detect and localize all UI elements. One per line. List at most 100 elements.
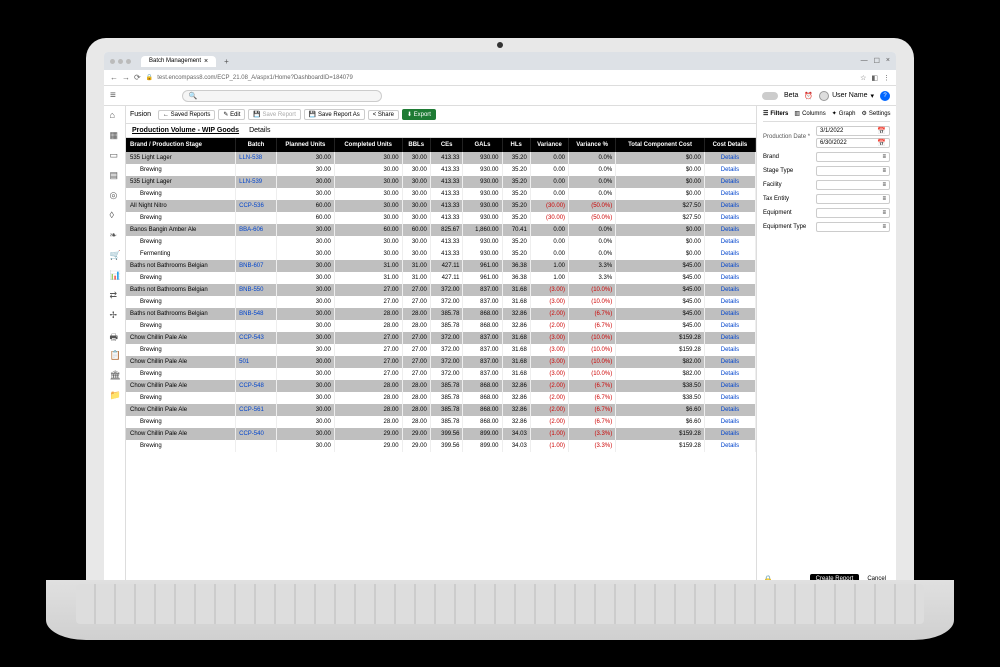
details-link[interactable]: Details [721, 263, 739, 269]
details-link[interactable]: Details [721, 335, 739, 341]
column-header[interactable]: Cost Details [704, 138, 755, 152]
help-icon[interactable]: ? [880, 91, 890, 101]
batch-link[interactable]: 501 [239, 359, 249, 365]
panel-tab-graph[interactable]: ✦Graph [832, 110, 856, 117]
cart-icon[interactable]: 🛒 [110, 250, 120, 260]
batch-link[interactable]: BNB-607 [239, 263, 263, 269]
forward-icon[interactable]: → [122, 73, 130, 82]
extension-icon[interactable]: ◧ [871, 74, 878, 82]
column-header[interactable]: Variance % [569, 138, 616, 152]
batch-link[interactable]: CCP-548 [239, 383, 264, 389]
column-header[interactable]: Batch [236, 138, 277, 152]
filter-input[interactable]: ≡ [816, 194, 890, 204]
details-link[interactable]: Details [721, 167, 739, 173]
minimize-icon[interactable]: — [861, 57, 868, 65]
back-icon[interactable]: ← [110, 73, 118, 82]
details-link[interactable]: Details [721, 311, 739, 317]
clipboard-icon[interactable]: 📋 [110, 350, 120, 360]
batch-link[interactable]: CCP-543 [239, 335, 264, 341]
close-icon[interactable]: × [204, 58, 208, 65]
filter-input[interactable]: ≡ [816, 166, 890, 176]
details-link[interactable]: Details [721, 287, 739, 293]
hamburger-icon[interactable]: ≡ [110, 90, 116, 101]
panel-tab-settings[interactable]: ⚙Settings [861, 110, 890, 117]
details-link[interactable]: Details [721, 227, 739, 233]
details-link[interactable]: Details [721, 275, 739, 281]
details-link[interactable]: Details [721, 215, 739, 221]
arrows-icon[interactable]: ⇄ [110, 290, 120, 300]
batch-link[interactable]: BNB-550 [239, 287, 263, 293]
filter-input[interactable]: ≡ [816, 222, 890, 232]
saved-reports-button[interactable]: ← Saved Reports [158, 110, 215, 120]
target-icon[interactable]: ◎ [110, 190, 120, 200]
address-bar[interactable]: 🔒 test.encompass8.com/ECP_21.08_A/aspx1/… [146, 74, 855, 81]
details-link[interactable]: Details [721, 299, 739, 305]
column-header[interactable]: BBLs [402, 138, 430, 152]
column-header[interactable]: GALs [463, 138, 502, 152]
save-report-as-button[interactable]: 💾 Save Report As [304, 109, 365, 120]
beta-toggle[interactable] [762, 92, 778, 100]
menu-icon[interactable]: ⋮ [883, 74, 890, 82]
column-header[interactable]: Total Component Cost [616, 138, 705, 152]
batch-link[interactable]: BBA-606 [239, 227, 263, 233]
new-tab-button[interactable]: + [224, 57, 229, 66]
filter-input[interactable]: ≡ [816, 180, 890, 190]
batch-link[interactable]: CCP-540 [239, 431, 264, 437]
maximize-icon[interactable]: ☐ [874, 57, 880, 65]
batch-link[interactable]: CCP-536 [239, 203, 264, 209]
column-header[interactable]: Variance [530, 138, 568, 152]
keg-icon[interactable]: ◊ [110, 210, 120, 220]
details-link[interactable]: Details [721, 407, 739, 413]
batch-link[interactable]: CCP-561 [239, 407, 264, 413]
details-link[interactable]: Details [721, 203, 739, 209]
details-link[interactable]: Details [721, 323, 739, 329]
star-icon[interactable]: ☆ [860, 74, 866, 82]
details-link[interactable]: Details [721, 179, 739, 185]
column-header[interactable]: HLs [502, 138, 530, 152]
column-header[interactable]: CEs [430, 138, 463, 152]
print-icon[interactable]: 🖶 [110, 330, 120, 340]
details-link[interactable]: Details [721, 431, 739, 437]
date-to-input[interactable]: 6/30/2022📅 [816, 138, 890, 148]
details-link[interactable]: Details [721, 251, 739, 257]
details-link[interactable]: Details [721, 155, 739, 161]
batch-link[interactable]: BNB-548 [239, 311, 263, 317]
browser-tab[interactable]: Batch Management × [141, 56, 216, 67]
panel-tab-filters[interactable]: ☰Filters [763, 110, 788, 117]
doc-icon[interactable]: ▤ [110, 170, 120, 180]
details-link[interactable]: Details [721, 371, 739, 377]
share-button[interactable]: < Share [368, 110, 399, 120]
filter-input[interactable]: ≡ [816, 208, 890, 218]
book-icon[interactable]: ▭ [110, 150, 120, 160]
close-window-icon[interactable]: × [886, 57, 890, 65]
reload-icon[interactable]: ⟳ [134, 73, 141, 82]
save-report-button[interactable]: 💾 Save Report [248, 109, 301, 120]
column-header[interactable]: Brand / Production Stage [126, 138, 236, 152]
search-input[interactable]: 🔍 [182, 90, 382, 102]
filter-input[interactable]: ≡ [816, 152, 890, 162]
details-link[interactable]: Details [721, 359, 739, 365]
details-link[interactable]: Details [721, 239, 739, 245]
building-icon[interactable]: 🏛 [110, 370, 120, 380]
chart-icon[interactable]: 📊 [110, 270, 120, 280]
grid-icon[interactable]: ▦ [110, 130, 120, 140]
details-link[interactable]: Details [721, 347, 739, 353]
column-header[interactable]: Planned Units [276, 138, 334, 152]
batch-link[interactable]: LLN-538 [239, 155, 262, 161]
home-icon[interactable]: ⌂ [110, 110, 120, 120]
user-menu[interactable]: User Name ▾ [819, 91, 874, 101]
batch-link[interactable]: LLN-539 [239, 179, 262, 185]
details-link[interactable]: Details [721, 383, 739, 389]
details-link[interactable]: Details [721, 191, 739, 197]
plus-icon[interactable]: ✢ [110, 310, 120, 320]
panel-tab-columns[interactable]: ▥Columns [794, 110, 825, 117]
column-header[interactable]: Completed Units [334, 138, 402, 152]
tab-main[interactable]: Production Volume - WIP Goods [132, 127, 239, 134]
details-link[interactable]: Details [721, 395, 739, 401]
edit-button[interactable]: ✎ Edit [218, 109, 245, 120]
date-from-input[interactable]: 3/1/2022📅 [816, 126, 890, 136]
leaf-icon[interactable]: ❧ [110, 230, 120, 240]
alarm-icon[interactable]: ⏰ [804, 92, 813, 100]
details-link[interactable]: Details [721, 443, 739, 449]
tab-details[interactable]: Details [249, 127, 270, 134]
